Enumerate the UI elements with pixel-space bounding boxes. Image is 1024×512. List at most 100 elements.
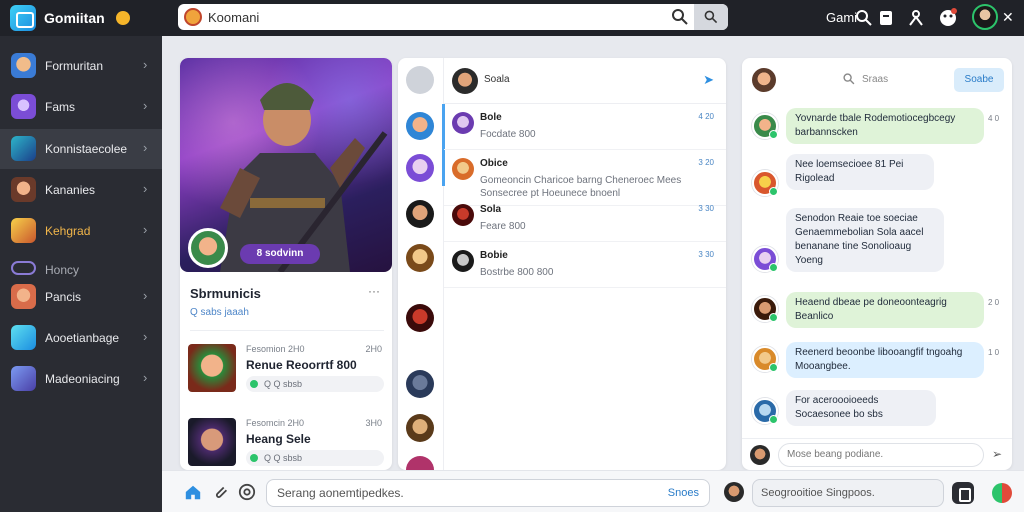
send-button[interactable]: Snoes xyxy=(668,480,699,506)
contact-avatar[interactable] xyxy=(406,304,434,332)
sidebar-item-label: Aooetianbage xyxy=(45,331,120,345)
notification-icon[interactable] xyxy=(876,8,896,28)
user-avatar[interactable] xyxy=(724,482,744,502)
post-item[interactable]: Fesomcin 2H0 3H0 Heang Sele Q Q sbsb xyxy=(188,414,388,470)
message-avatar[interactable] xyxy=(752,296,778,322)
character-icon xyxy=(11,177,36,202)
message-avatar[interactable] xyxy=(752,113,778,139)
contact-avatar[interactable] xyxy=(406,200,434,228)
message-avatar[interactable] xyxy=(752,346,778,372)
message-time: 1 0 xyxy=(988,348,1000,357)
featured-panel: 8 sodvinn Sbrmunicis ··· Q sabs jaaah Fe… xyxy=(180,58,392,470)
home-icon[interactable] xyxy=(184,483,202,501)
hero-banner[interactable]: 8 sodvinn xyxy=(180,58,392,272)
more-options-icon[interactable]: ··· xyxy=(368,284,380,298)
conversation-list-panel: Soala ➤ Bole Focdate 800 4 20 Obice Gome… xyxy=(398,58,726,470)
conversation-time: 3 20 xyxy=(698,158,714,167)
message-avatar[interactable] xyxy=(752,398,778,424)
chat-input-row: Mose beang podiane. ➢ xyxy=(742,438,1012,470)
header-avatar[interactable] xyxy=(452,68,478,94)
app-title: Gomiitan xyxy=(44,10,105,26)
sidebar-item-formuritan[interactable]: Formuritan › xyxy=(0,46,162,86)
chat-search-label[interactable]: Sraas xyxy=(862,74,888,85)
send-icon[interactable]: ➢ xyxy=(992,447,1002,461)
message-input[interactable]: Serang aonemtipedkes. Snoes xyxy=(266,479,710,507)
conversation-time: 3 30 xyxy=(698,250,714,259)
emoji-icon[interactable] xyxy=(938,8,958,28)
search-button[interactable] xyxy=(694,4,728,30)
bottom-bar: Serang aonemtipedkes. Snoes Seogrooitioe… xyxy=(162,470,1024,512)
message-time: 4 0 xyxy=(988,114,1000,123)
conversation-preview: Feare 800 xyxy=(480,221,526,232)
conversation-item[interactable]: Sola Feare 800 3 30 xyxy=(444,196,726,242)
community-icon xyxy=(11,136,36,161)
secondary-input[interactable]: Seogrooitioe Singpoos. xyxy=(752,479,944,507)
conversation-avatar xyxy=(452,250,474,272)
sidebar-item-pancis[interactable]: Pancis › xyxy=(0,277,162,317)
message-avatar[interactable] xyxy=(752,246,778,272)
post-title: Renue Reoorrtf 800 xyxy=(246,358,357,372)
user-avatar-icon xyxy=(11,53,36,78)
status-icon[interactable] xyxy=(992,483,1012,503)
search-button-icon xyxy=(704,10,718,24)
conversation-avatar xyxy=(452,158,474,180)
message-avatar[interactable] xyxy=(752,170,778,196)
contact-avatar[interactable] xyxy=(406,370,434,398)
search-icon[interactable] xyxy=(670,7,690,27)
post-title: Heang Sele xyxy=(246,432,311,446)
chat-message-input[interactable]: Mose beang podiane. xyxy=(778,443,984,467)
user-icon[interactable] xyxy=(906,8,926,28)
sidebar-item-community[interactable]: Konnistaecolee › xyxy=(0,129,162,169)
chat-input-avatar xyxy=(750,445,770,465)
app-logo[interactable] xyxy=(10,5,36,31)
contact-avatar[interactable] xyxy=(406,414,434,442)
chat-action-button[interactable]: Soabe xyxy=(954,68,1004,92)
conversation-preview: Bostrbe 800 800 xyxy=(480,267,554,278)
attach-icon[interactable] xyxy=(212,483,230,501)
sidebar-item-kehgrad[interactable]: Kehgrad › xyxy=(0,211,162,251)
chevron-right-icon: › xyxy=(143,98,148,113)
device-icon[interactable] xyxy=(952,482,974,504)
search-input[interactable]: Koomani xyxy=(208,10,259,25)
sidebar-item-kananies[interactable]: Kananies › xyxy=(0,170,162,210)
conversation-header-label: Soala xyxy=(484,74,510,85)
trophy-icon xyxy=(11,366,36,391)
sidebar-item-fams[interactable]: Fams › xyxy=(0,87,162,127)
chat-header-avatar[interactable] xyxy=(752,68,776,92)
hero-badge[interactable]: 8 sodvinn xyxy=(240,244,320,264)
sidebar: Formuritan › Fams › Konnistaecolee › Kan… xyxy=(0,36,162,512)
featured-title: Sbrmunicis xyxy=(190,286,261,301)
conversation-avatar xyxy=(452,204,474,226)
conversation-item[interactable]: Bobie Bostrbe 800 800 3 30 xyxy=(444,242,726,288)
search-icon[interactable] xyxy=(854,8,874,28)
message-bubble: Heaend dbeae pe doneoonteagrig Beanlico xyxy=(786,292,984,328)
post-stats: Q Q sbsb xyxy=(246,376,384,392)
sidebar-item-label: Honcy xyxy=(45,263,80,277)
conversation-preview: Focdate 800 xyxy=(480,129,536,140)
featured-subtitle: Q sabs jaaah xyxy=(190,307,249,318)
post-item[interactable]: Fesomion 2H0 2H0 Renue Reoorrtf 800 Q Q … xyxy=(188,340,388,406)
sidebar-item-madeoniacing[interactable]: Madeoniacing › xyxy=(0,359,162,399)
hero-avatar[interactable] xyxy=(188,228,228,268)
search-icon[interactable] xyxy=(842,72,856,86)
chevron-right-icon: › xyxy=(143,329,148,344)
profile-avatar[interactable] xyxy=(972,4,998,30)
sidebar-item-aooetianbage[interactable]: Aooetianbage › xyxy=(0,318,162,358)
contact-avatar[interactable] xyxy=(406,154,434,182)
chevron-right-icon: › xyxy=(143,57,148,72)
compose-icon[interactable]: ➤ xyxy=(703,72,714,88)
close-icon[interactable]: ✕ xyxy=(1002,9,1014,26)
message-time: 2 0 xyxy=(988,298,1000,307)
search-bar[interactable]: Koomani xyxy=(178,4,728,30)
sidebar-item-label: Madeoniacing xyxy=(45,372,120,386)
games-label[interactable]: Gami xyxy=(826,10,857,25)
conversation-avatar xyxy=(452,112,474,134)
sidebar-item-label: Kananies xyxy=(45,183,96,197)
emoji-icon[interactable] xyxy=(238,483,256,501)
contact-avatar[interactable] xyxy=(406,456,434,470)
contact-avatar[interactable] xyxy=(406,112,434,140)
conversation-item[interactable]: Bole Focdate 800 4 20 xyxy=(444,104,726,150)
contact-avatar[interactable] xyxy=(406,244,434,272)
add-contact-icon[interactable] xyxy=(406,66,434,94)
chevron-right-icon: › xyxy=(143,288,148,303)
